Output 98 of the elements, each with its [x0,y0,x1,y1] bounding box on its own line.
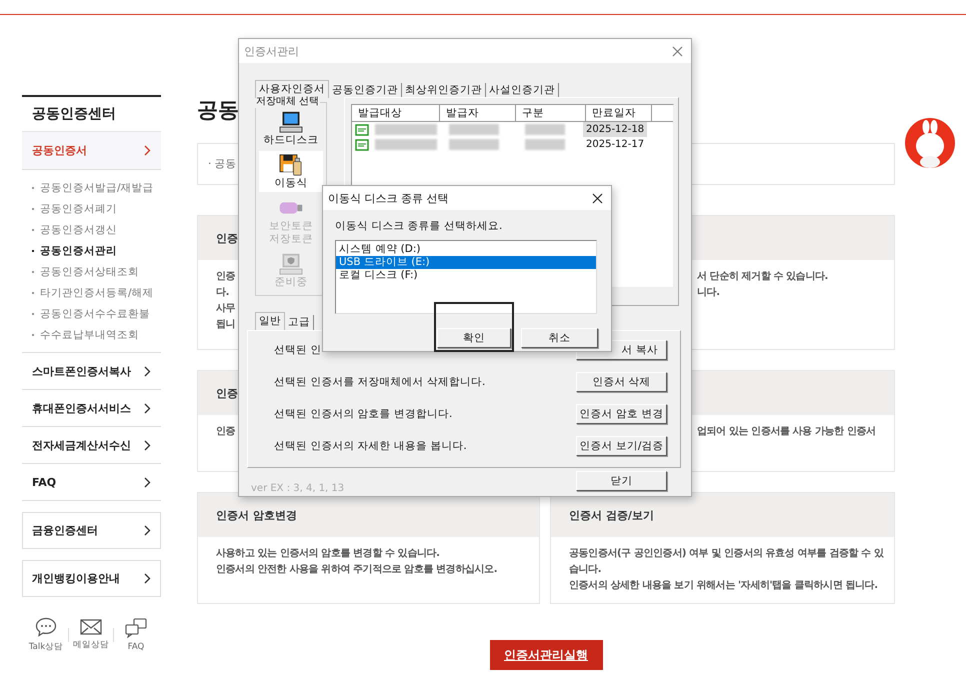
action-description: 선택된 인증서를 저장매체에서 삭제합니다. [274,374,486,388]
action-button[interactable]: 인증서 암호 변경 [576,404,667,424]
sidebar-subitem[interactable]: 공동인증서갱신 [40,222,117,236]
chevron-icon [144,476,151,488]
redacted-block [375,139,437,150]
close-button[interactable]: 닫기 [576,471,667,491]
column-header[interactable]: 발급대상 [352,105,440,121]
drive-option[interactable]: 시스템 예약 (D:) [336,243,596,256]
card-text: 니다. [697,286,720,300]
chevron-icon [144,145,151,156]
faq-icon[interactable] [125,618,147,638]
tab[interactable]: 공동인증기관 [329,83,402,98]
storage-label: 저장토큰 [269,233,313,245]
dialog-button[interactable]: 확인 [437,328,511,348]
tab[interactable]: 최상위인증기관 [402,83,486,98]
sidebar-item[interactable]: 공동인증서 [22,131,161,170]
redacted-block [525,139,565,150]
tab[interactable]: 고급 [285,315,314,330]
sidebar-subitem[interactable]: 수수료납부내역조회 [40,328,139,342]
run-button[interactable]: 인증서관리실행 [490,640,602,670]
window-title: 인증서관리 [244,44,299,58]
chat-icon[interactable] [35,617,57,637]
card-title: 인증 [216,386,238,400]
contact-label[interactable]: FAQ [128,642,144,652]
sidebar-subitem[interactable]: 공동인증서관리 [40,244,117,258]
card-text: 인증 [216,425,236,439]
column-header[interactable]: 발급자 [440,105,516,121]
dialog-prompt: 이동식 디스크 종류를 선택하세요. [335,219,504,233]
redacted-block [449,124,499,135]
version-text: ver EX : 3, 4, 1, 13 [251,483,344,494]
tab[interactable]: 사설인증기관 [486,83,559,98]
card-text: 사용하고 있는 인증서의 암호를 변경할 수 있습니다. [216,547,440,561]
storage-label: 보안토큰 [269,220,313,232]
chevron-icon [144,573,151,584]
card-text: 사무 [216,302,236,316]
card-text: 서 단순히 제거할 수 있습니다. [697,270,828,284]
expiry-date[interactable]: 2025-12-17 [583,137,648,152]
card-text: 인증서의 상세한 내용을 보기 위해서는 '자세히'탭을 클릭하시면 됩니다. [569,579,878,593]
page-heading: 공동 [197,97,239,124]
card-text: 다. [216,286,229,300]
contact-label[interactable]: 메일상담 [73,639,109,651]
sidebar-item[interactable]: FAQ [22,464,161,501]
card-text: 습니다. [569,563,602,577]
column-header[interactable]: 구분 [516,105,586,121]
group-title: 저장매체 선택 [255,96,320,108]
contact-label[interactable]: Talk상담 [28,641,64,653]
sidebar-item[interactable]: 스마트폰인증서복사 [22,353,161,390]
card-title: 인증서 검증/보기 [569,508,654,522]
card-text: 됩니 [216,318,236,332]
storage-label: 준비중 [274,276,308,288]
close-icon[interactable] [592,192,603,204]
tab[interactable]: 일반 [255,312,285,330]
floppy-usb-icon [279,154,303,176]
action-button[interactable]: 인증서 삭제 [576,372,667,392]
sidebar-link[interactable]: 금융인증센터 [22,512,161,549]
sidebar-link[interactable]: 개인뱅킹이용안내 [22,560,161,597]
card-title: 인증 [216,230,238,246]
chevron-icon [144,402,151,414]
action-description: 선택된 인증서의 암호를 변경합니다. [274,406,454,420]
sidebar-subitem[interactable]: 공동인증서발급/재발급 [40,180,154,194]
dialog-button[interactable]: 취소 [521,328,598,348]
drive-option[interactable]: 로컬 디스크 (F:) [336,269,596,282]
sidebar-item[interactable]: 전자세금계산서수신 [22,427,161,464]
certificate-icon [355,138,369,150]
notice-text: · 공동 [208,157,237,171]
card-title: 인증서 암호변경 [216,508,297,522]
card-text: 공동인증서(구 공인인증서) 여부 및 인증서의 유효성 여부를 검증할 수 있 [569,547,884,561]
redacted-block [375,124,437,135]
action-description: 선택된 인 [274,342,322,356]
shield-computer-icon [279,253,303,275]
storage-label: 하드디스크 [264,134,318,146]
sidebar-subitem[interactable]: 공동인증서상태조회 [40,264,139,278]
sidebar-item[interactable]: 휴대폰인증서서비스 [22,390,161,427]
tab[interactable]: 사용자인증서 [255,80,329,98]
storage-label: 이동식 [274,177,308,189]
storage-option[interactable]: 하드디스크 [259,108,323,149]
action-description: 선택된 인증서의 자세한 내용을 봅니다. [274,438,468,452]
chevron-icon [144,525,151,536]
mail-icon[interactable] [80,619,102,635]
storage-option[interactable]: 이동식 [259,151,323,192]
column-header[interactable]: 만료일자 [586,105,652,121]
sidebar-subitem[interactable]: 타기관인증서등록/해제 [40,286,154,300]
expiry-date[interactable]: 2025-12-18 [583,122,648,137]
sidebar-subitem[interactable]: 공동인증서폐기 [40,202,117,216]
chevron-icon [144,440,151,450]
sidebar-subitem[interactable]: 공동인증서수수료환불 [40,306,150,320]
drive-option[interactable]: USB 드라이브 (E:) [336,256,596,269]
dialog-title: 이동식 디스크 종류 선택 [328,190,448,206]
card-text: 인증서의 안전한 사용을 위하여 주기적으로 암호를 변경하십시오. [216,563,498,577]
avatar-icon[interactable] [905,118,955,168]
card-text: 인증 [216,270,236,284]
redacted-block [449,139,499,150]
computer-icon [279,111,303,133]
chevron-icon [144,366,151,376]
card-text: 업되어 있는 인증서를 사용 가능한 인증서 [697,425,876,439]
action-button[interactable]: 인증서 보기/검증 [576,436,667,456]
certificate-icon [355,124,369,136]
redacted-block [525,124,565,135]
